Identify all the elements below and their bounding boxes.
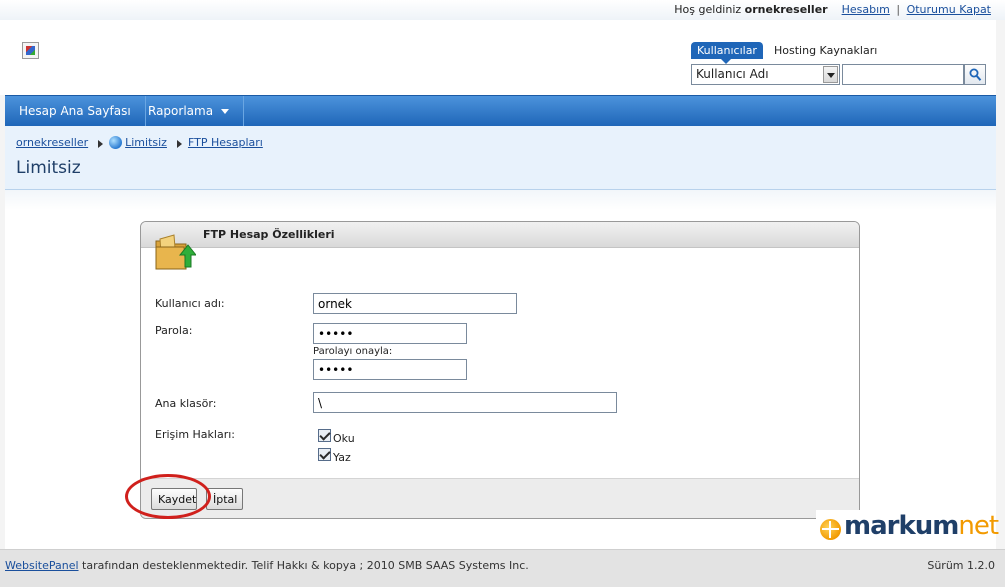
main-content: FTP Hesap Özellikleri Kullanıcı adı: Par… — [5, 190, 996, 547]
read-checkbox[interactable] — [318, 429, 331, 442]
password-label: Parola: — [155, 324, 193, 337]
breadcrumb: ornekreseller Limitsiz FTP Hesapları — [16, 136, 263, 150]
search-icon — [969, 68, 982, 81]
right-margin — [996, 20, 1005, 549]
write-label: Yaz — [333, 451, 351, 464]
cancel-button[interactable]: İptal — [206, 488, 243, 510]
search-field-select[interactable]: Kullanıcı Adı — [691, 64, 840, 85]
nav-home-label: Hesap Ana Sayfası — [19, 104, 131, 118]
globe-icon — [109, 136, 123, 149]
nav-home[interactable]: Hesap Ana Sayfası — [5, 96, 146, 127]
websitepanel-link[interactable]: WebsitePanel — [5, 559, 79, 572]
nav-reports-label: Raporlama — [148, 104, 214, 118]
nav-reports[interactable]: Raporlama — [134, 96, 245, 127]
footer: WebsitePanel tarafından desteklenmektedi… — [0, 549, 1005, 587]
page-title: Limitsiz — [16, 158, 81, 178]
panel-header: FTP Hesap Özellikleri — [141, 222, 859, 248]
username-field[interactable] — [313, 293, 517, 314]
confirm-password-label: Parolayı onayla: — [313, 346, 393, 357]
tab-hosting-resources[interactable]: Hosting Kaynakları — [774, 42, 877, 59]
welcome-text: Hoş geldiniz — [674, 3, 742, 16]
globe-icon — [820, 519, 841, 540]
footer-credits: WebsitePanel tarafından desteklenmektedi… — [5, 559, 529, 572]
breadcrumb-ftp-accounts[interactable]: FTP Hesapları — [188, 136, 263, 149]
save-button[interactable]: Kaydet — [151, 488, 197, 510]
write-checkbox[interactable] — [318, 448, 331, 461]
chevron-down-icon — [221, 109, 230, 114]
breadcrumb-arrow-icon — [98, 140, 104, 148]
search-button[interactable] — [964, 64, 986, 85]
header: Kullanıcılar Hosting Kaynakları Kullanıc… — [0, 20, 1005, 95]
tab-users[interactable]: Kullanıcılar — [691, 42, 763, 64]
home-folder-field[interactable] — [313, 392, 617, 413]
link-separator: | — [896, 3, 901, 16]
top-bar: Hoş geldiniz ornekreseller Hesabım | Otu… — [0, 0, 1005, 20]
ftp-properties-panel: FTP Hesap Özellikleri Kullanıcı adı: Par… — [140, 221, 860, 519]
breadcrumb-area: ornekreseller Limitsiz FTP Hesapları Limit… — [5, 126, 996, 190]
breadcrumb-limitsiz[interactable]: Limitsiz — [125, 136, 167, 149]
access-rights-label: Erişim Hakları: — [155, 428, 235, 441]
brand-main: markum — [844, 511, 959, 541]
home-folder-label: Ana klasör: — [155, 397, 217, 410]
folder-upload-icon — [155, 234, 196, 270]
brand-logo: markumnet — [844, 511, 999, 541]
search-field-value: Kullanıcı Adı — [696, 67, 769, 81]
main-nav: Hesap Ana Sayfası Raporlama — [5, 95, 996, 127]
panel-title: FTP Hesap Özellikleri — [203, 228, 335, 241]
dropdown-arrow-icon[interactable] — [823, 66, 838, 83]
username-label: Kullanıcı adı: — [155, 297, 225, 310]
confirm-password-field[interactable] — [313, 359, 467, 380]
brand-suffix: net — [958, 511, 999, 541]
read-label: Oku — [333, 432, 355, 445]
footer-text: tarafından desteklenmektedir. Telif Hakk… — [78, 559, 529, 572]
breadcrumb-reseller[interactable]: ornekreseller — [16, 136, 88, 149]
brand-watermark: markumnet — [816, 510, 999, 548]
username-text: ornekreseller — [744, 3, 828, 16]
panel-footer: Kaydet İptal — [141, 478, 859, 518]
content-shade — [5, 190, 996, 210]
breadcrumb-arrow-icon — [176, 140, 182, 148]
version-text: Sürüm 1.2.0 — [927, 559, 995, 572]
app-logo-icon[interactable] — [22, 42, 39, 59]
password-field[interactable] — [313, 323, 467, 344]
search-input[interactable] — [842, 64, 964, 85]
logout-link[interactable]: Oturumu Kapat — [907, 3, 991, 16]
account-link[interactable]: Hesabım — [842, 3, 890, 16]
